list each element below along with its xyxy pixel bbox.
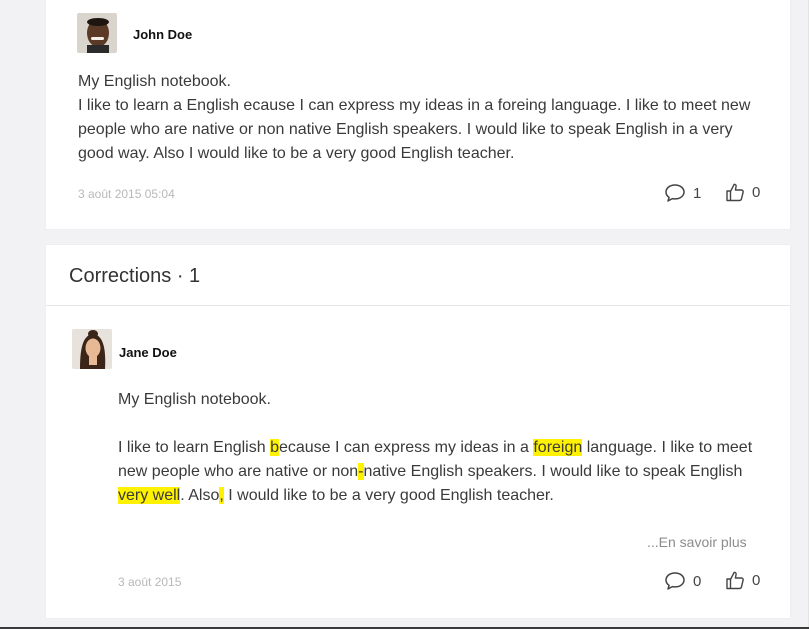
post-like-button[interactable]: 0	[725, 182, 760, 202]
thumbs-up-icon	[726, 571, 744, 590]
text: ecause I can express my ideas in a	[278, 439, 534, 456]
post-body: My English notebook. I like to learn a E…	[78, 70, 778, 166]
correction-author-name[interactable]: Jane Doe	[119, 345, 177, 360]
avatar[interactable]	[77, 13, 117, 53]
post-line: My English notebook.	[78, 73, 231, 90]
post-line: people who are native or non native Engl…	[78, 121, 733, 138]
john-doe-avatar-image	[77, 13, 117, 53]
post-date: 3 août 2015 05:04	[78, 187, 175, 201]
highlight-change: b	[270, 439, 279, 456]
correction-line: very well. Also, I would like to be a ve…	[118, 484, 758, 508]
text: new people who are native or non	[118, 463, 359, 480]
correction-like-count: 0	[752, 571, 761, 589]
text: . Also	[180, 487, 220, 504]
highlight-change: foreign	[533, 439, 583, 456]
correction-line: I like to learn English because I can ex…	[118, 436, 758, 460]
highlight-change: very well	[118, 487, 181, 504]
text: language. I like to meet	[582, 439, 753, 456]
comment-bubble-icon	[665, 572, 685, 590]
correction-line: new people who are native or non-native …	[118, 460, 758, 484]
text: I would like to be a very good English t…	[223, 487, 554, 504]
post-line: good way. Also I would like to be a very…	[78, 145, 515, 162]
post-line: I like to learn a English ecause I can e…	[78, 97, 751, 114]
post-comment-count: 1	[693, 184, 702, 202]
correction-comment-count: 0	[693, 572, 702, 590]
correction-comment-button[interactable]: 0	[664, 571, 701, 591]
thumbs-up-icon	[726, 183, 744, 202]
corrections-header: Corrections · 1	[46, 245, 790, 306]
post-author-name[interactable]: John Doe	[133, 27, 192, 42]
post-like-count: 0	[752, 183, 761, 201]
corrections-card: Corrections · 1 Jane Doe My English note…	[46, 245, 790, 618]
comment-bubble-icon	[665, 184, 685, 202]
text: native English speakers. I would like to…	[363, 463, 743, 480]
post-comment-button[interactable]: 1	[664, 183, 701, 203]
post-card: John Doe My English notebook. I like to …	[46, 0, 790, 229]
correction-body: My English notebook. I like to learn Eng…	[118, 388, 758, 508]
correction-like-button[interactable]: 0	[725, 570, 760, 590]
avatar[interactable]	[72, 329, 112, 369]
text: I like to learn English	[118, 439, 271, 456]
jane-doe-avatar-image	[72, 329, 112, 369]
correction-date: 3 août 2015	[118, 575, 182, 589]
correction-line: My English notebook.	[118, 391, 271, 408]
corrections-title: Corrections · 1	[69, 265, 201, 287]
read-more-link[interactable]: ...En savoir plus	[647, 534, 747, 550]
